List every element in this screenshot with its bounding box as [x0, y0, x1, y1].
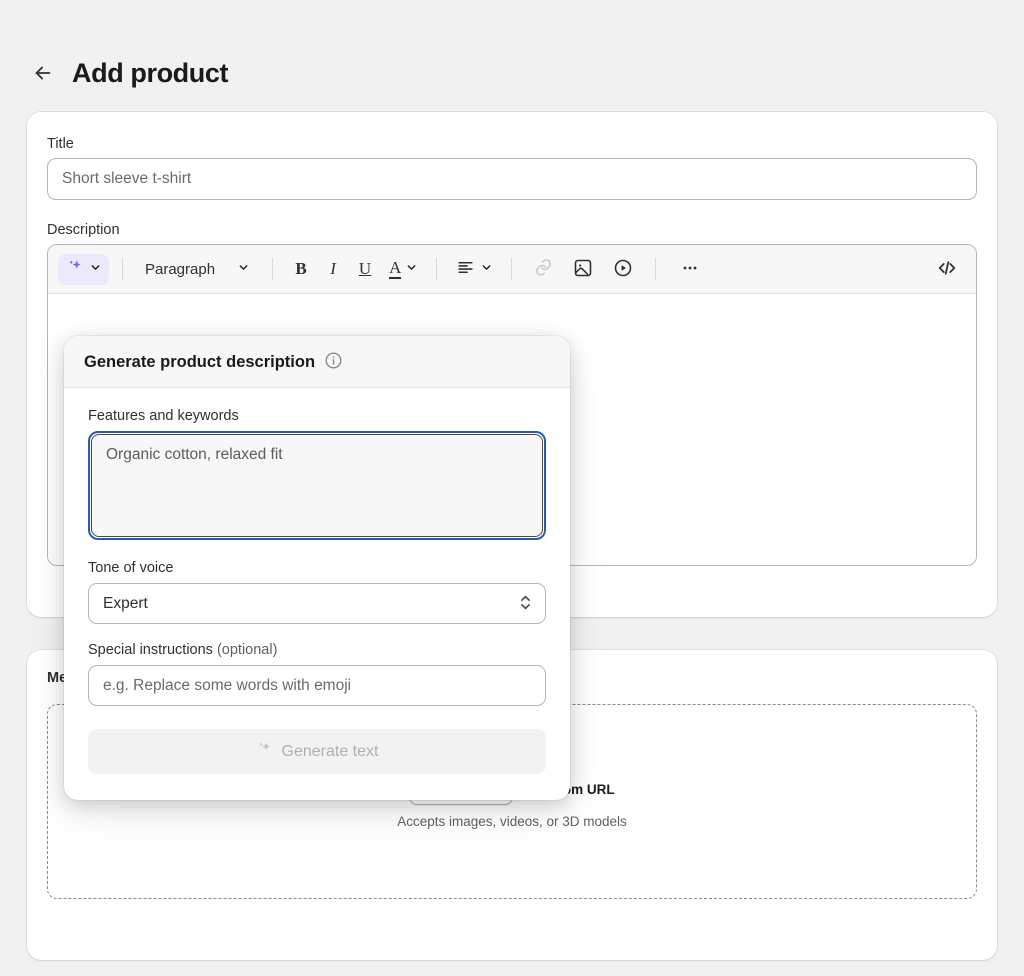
- italic-button[interactable]: I: [318, 254, 348, 284]
- page-title: Add product: [72, 58, 228, 89]
- align-left-icon: [456, 258, 475, 280]
- popover-header: Generate product description: [64, 336, 570, 388]
- chevron-down-icon: [89, 261, 102, 277]
- view-html-button[interactable]: [932, 254, 962, 284]
- bold-button[interactable]: B: [286, 254, 316, 284]
- code-brackets-icon: [936, 257, 958, 282]
- align-dropdown-button[interactable]: [450, 254, 498, 284]
- features-textarea[interactable]: Organic cotton, relaxed fit: [91, 434, 543, 537]
- toolbar-divider: [511, 258, 512, 280]
- text-color-button[interactable]: A: [382, 254, 423, 284]
- generate-text-label: Generate text: [282, 743, 379, 761]
- page-header: Add product: [0, 0, 1024, 112]
- generate-description-popover: Generate product description Features an…: [64, 336, 570, 800]
- features-textarea-focus-ring: Organic cotton, relaxed fit: [88, 431, 546, 540]
- toolbar-divider: [655, 258, 656, 280]
- special-instructions-label: Special instructions (optional): [88, 642, 546, 658]
- underline-button[interactable]: U: [350, 254, 380, 284]
- insert-image-button[interactable]: [564, 254, 602, 284]
- media-dropzone-hint: Accepts images, videos, or 3D models: [397, 814, 627, 829]
- description-label: Description: [47, 222, 977, 238]
- back-button[interactable]: [28, 58, 58, 88]
- text-color-icon: A: [389, 259, 401, 279]
- sparkle-icon: [66, 258, 85, 280]
- video-play-icon: [613, 258, 633, 281]
- link-icon: [534, 258, 553, 280]
- editor-toolbar: Paragraph B I U A: [48, 245, 976, 294]
- popover-body: Features and keywords Organic cotton, re…: [64, 388, 570, 800]
- special-instructions-text: Special instructions: [88, 642, 213, 658]
- italic-icon: I: [330, 259, 336, 279]
- toolbar-divider: [122, 258, 123, 280]
- chevron-down-icon: [237, 261, 250, 278]
- more-options-button[interactable]: [669, 254, 711, 284]
- chevron-down-icon: [405, 261, 418, 277]
- insert-video-button[interactable]: [604, 254, 642, 284]
- chevron-down-icon: [480, 261, 493, 277]
- tone-of-voice-select-wrapper: Expert: [88, 583, 546, 624]
- bold-icon: B: [295, 259, 306, 279]
- special-instructions-optional: (optional): [217, 642, 277, 658]
- ellipsis-icon: [680, 258, 700, 281]
- sparkle-icon: [256, 740, 274, 763]
- title-label: Title: [47, 136, 977, 152]
- underline-icon: U: [359, 259, 371, 279]
- ai-generate-toolbar-button[interactable]: [58, 254, 109, 285]
- arrow-left-icon: [32, 62, 54, 84]
- generate-text-button[interactable]: Generate text: [88, 729, 546, 774]
- insert-link-button: [525, 254, 562, 284]
- block-format-dropdown[interactable]: Paragraph: [136, 254, 259, 285]
- title-input[interactable]: [47, 158, 977, 200]
- popover-title: Generate product description: [84, 353, 315, 372]
- image-icon: [573, 258, 593, 281]
- toolbar-divider: [272, 258, 273, 280]
- features-label: Features and keywords: [88, 408, 546, 424]
- block-format-label: Paragraph: [145, 261, 215, 278]
- special-instructions-input[interactable]: [88, 665, 546, 706]
- tone-of-voice-label: Tone of voice: [88, 560, 546, 576]
- tone-of-voice-select[interactable]: Expert: [88, 583, 546, 624]
- info-circle-icon[interactable]: [324, 351, 343, 373]
- toolbar-divider: [436, 258, 437, 280]
